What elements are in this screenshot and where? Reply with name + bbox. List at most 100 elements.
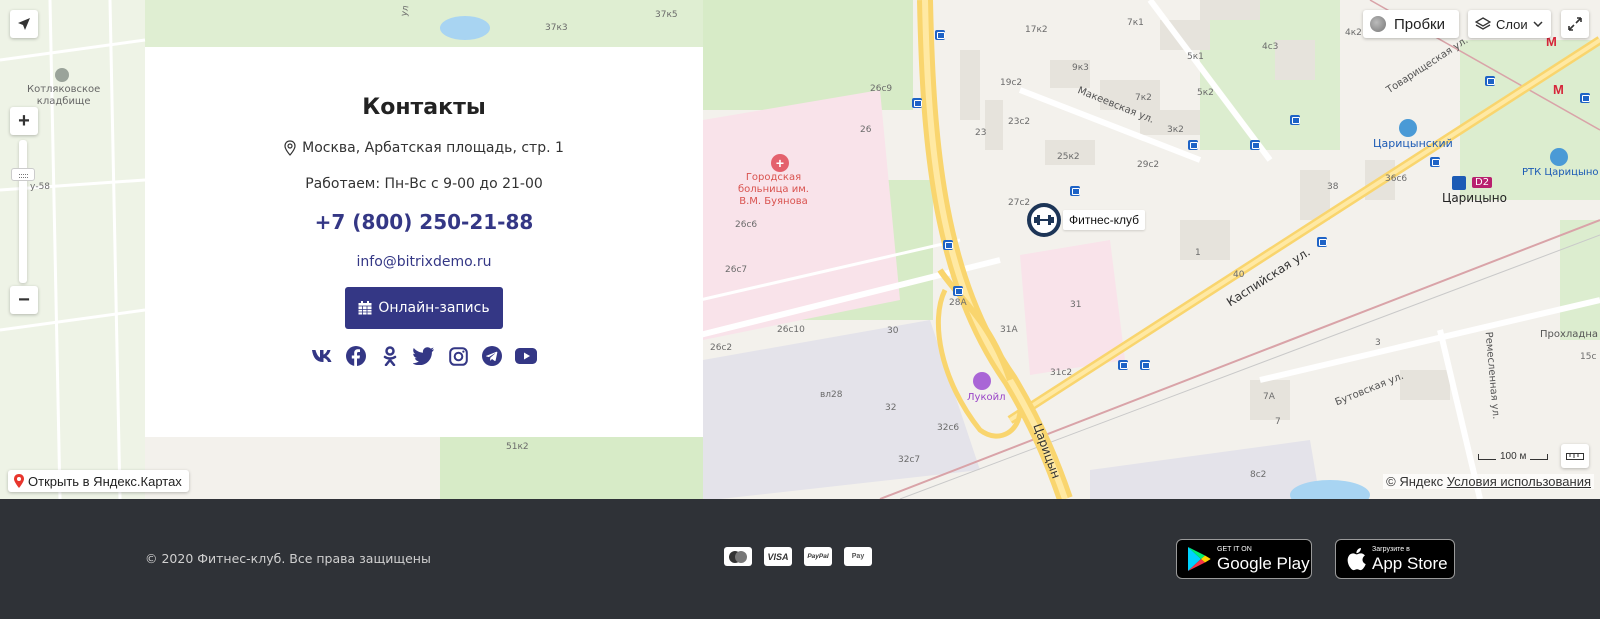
zoom-in-button[interactable]: + <box>10 107 38 135</box>
bus-stop-icon <box>1250 140 1260 150</box>
shop-icon <box>1399 119 1417 137</box>
applepay-label: Pay <box>851 553 865 560</box>
bus-stop-icon <box>912 98 922 108</box>
paypal-icon: PayPal <box>804 547 832 566</box>
building-label: 32с6 <box>937 423 960 433</box>
building-label: 25к2 <box>1057 152 1080 162</box>
online-booking-button[interactable]: Онлайн-запись <box>345 287 503 329</box>
hospital-icon: + <box>771 154 789 172</box>
plus-icon: + <box>18 109 30 132</box>
mastercard-icon <box>724 547 752 566</box>
building-label: у-58 <box>30 182 51 192</box>
building-label: 26 <box>860 125 872 135</box>
building-label: 3к2 <box>1167 125 1184 135</box>
zoom-out-button[interactable]: − <box>10 286 38 314</box>
building-label: 4с3 <box>1262 42 1279 52</box>
bus-stop-icon <box>1317 237 1327 247</box>
traffic-button[interactable]: Пробки <box>1363 10 1459 38</box>
contacts-title: Контакты <box>362 95 486 120</box>
apple-pay-icon: Pay <box>844 547 872 566</box>
telegram-icon[interactable] <box>481 345 503 367</box>
hospital-label: Городская больница им. В.М. Буянова <box>738 172 809 207</box>
layers-button[interactable]: Слои <box>1468 10 1551 38</box>
fuel-station-icon <box>973 372 991 390</box>
building-label: вл28 <box>820 390 843 400</box>
chevron-down-icon <box>1533 21 1543 27</box>
terms-of-use-link[interactable]: Условия использования <box>1447 474 1591 489</box>
ruler-button[interactable] <box>1561 444 1589 468</box>
open-in-yandex-maps-link[interactable]: Открыть в Яндекс.Картах <box>8 470 189 492</box>
phone-number[interactable]: +7 (800) 250-21-88 <box>145 210 703 234</box>
instagram-icon[interactable] <box>447 345 469 367</box>
scale-bar-right <box>1530 453 1549 460</box>
building-label: 4к2 <box>1345 28 1362 38</box>
traffic-icon <box>1370 16 1386 32</box>
d2-badge: D2 <box>1472 177 1493 188</box>
building-label: 19с2 <box>1000 78 1023 88</box>
building-label: 38 <box>1327 182 1339 192</box>
tsaritsynsky-label: Царицынский <box>1373 137 1453 150</box>
rtk-label: РТК Царицыно <box>1522 167 1599 178</box>
working-hours: Работаем: Пн-Вс с 9-00 до 21-00 <box>305 176 543 192</box>
scale-label: 100 м <box>1500 451 1527 462</box>
map-copyright: © Яндекс Условия использования <box>1383 474 1594 489</box>
zoom-slider-handle[interactable] <box>11 168 35 181</box>
location-pin-icon <box>284 140 296 156</box>
lukoil-label: Лукойл <box>967 392 1006 403</box>
twitter-icon[interactable] <box>413 345 435 367</box>
fitness-club-marker-label: Фитнес-клуб <box>1063 210 1146 230</box>
vk-icon[interactable] <box>311 345 333 367</box>
building-label: 17к2 <box>1025 25 1048 35</box>
google-play-text: GET IT ON Google Play <box>1217 546 1310 573</box>
app-store-big-label: App Store <box>1372 553 1448 573</box>
building-label: 5к1 <box>1187 52 1204 62</box>
email-container: info@bitrixdemo.ru <box>145 254 703 270</box>
building-label: 37к5 <box>655 10 678 20</box>
zoom-slider-track[interactable] <box>19 140 27 283</box>
bus-stop-icon <box>1118 360 1128 370</box>
bus-stop-icon <box>1485 76 1495 86</box>
bus-stop-icon <box>1140 360 1150 370</box>
bus-stop-icon <box>1188 140 1198 150</box>
building-label: 8с2 <box>1250 470 1267 480</box>
open-in-yandex-maps-label: Открыть в Яндекс.Картах <box>28 473 182 489</box>
address-text: Москва, Арбатская площадь, стр. 1 <box>302 140 564 156</box>
fullscreen-button[interactable] <box>1561 10 1589 38</box>
youtube-icon[interactable] <box>515 345 537 367</box>
email-link[interactable]: info@bitrixdemo.ru <box>357 254 492 270</box>
building-label: 30 <box>887 326 899 336</box>
prokhladnaya-street-label: Прохладна <box>1540 329 1599 340</box>
bus-stop-icon <box>953 286 963 296</box>
footer-copyright: © 2020 Фитнес-клуб. Все права защищены <box>145 551 431 566</box>
layers-label: Слои <box>1496 16 1528 32</box>
building-label: 23 <box>975 128 987 138</box>
ruler-icon <box>1566 453 1584 460</box>
geolocation-button[interactable] <box>10 10 38 38</box>
paypal-label: PayPal <box>807 553 829 560</box>
calendar-icon <box>358 301 372 315</box>
scale-bar-left <box>1478 453 1496 460</box>
odnoklassniki-icon[interactable] <box>379 345 401 367</box>
expand-icon <box>1568 17 1582 31</box>
building-label: 32 <box>885 403 897 413</box>
building-label: 9к3 <box>1072 63 1089 73</box>
building-label: 40 <box>1233 270 1245 280</box>
building-label: 36с6 <box>1385 174 1408 184</box>
google-play-button[interactable]: GET IT ON Google Play <box>1176 539 1312 579</box>
shop-icon <box>1550 148 1568 166</box>
app-store-button[interactable]: Загрузите в App Store <box>1335 539 1455 579</box>
building-label: 26с2 <box>710 343 733 353</box>
bus-stop-icon <box>943 240 953 250</box>
facebook-icon[interactable] <box>345 345 367 367</box>
fitness-club-marker[interactable]: Фитнес-клуб <box>1027 203 1146 237</box>
building-label: 7 <box>1275 417 1281 427</box>
contacts-address: Москва, Арбатская площадь, стр. 1 <box>145 140 703 156</box>
cemetery-icon <box>55 68 69 82</box>
building-label: 37к3 <box>545 23 568 33</box>
building-label: 31 <box>1070 300 1082 310</box>
visa-icon: VISA <box>764 547 792 566</box>
yandex-copyright: © Яндекс <box>1386 474 1444 489</box>
map-pin-icon <box>14 474 24 488</box>
building-label: 26с10 <box>777 325 805 335</box>
social-links <box>145 345 703 367</box>
